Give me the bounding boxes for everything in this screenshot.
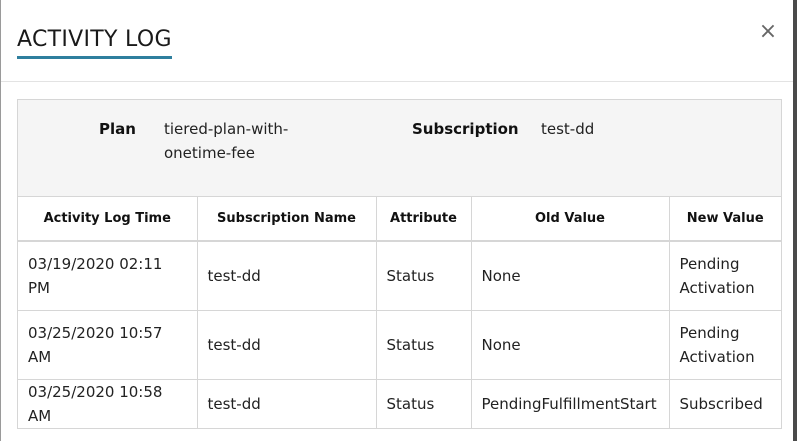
column-header-attribute: Attribute <box>376 197 472 242</box>
table-row: 03/25/2020 10:58 AM test-dd Status Pendi… <box>18 379 781 428</box>
cell-new-value: Pending Activation <box>669 310 781 380</box>
plan-label: Plan <box>99 120 136 138</box>
table-row: 03/19/2020 02:11 PM test-dd Status None … <box>18 241 781 311</box>
plan-value: tiered-plan-with-onetime-fee <box>164 117 314 165</box>
cell-activity-log-time: 03/19/2020 02:11 PM <box>18 241 198 311</box>
activity-log-panel: Plan tiered-plan-with-onetime-fee Subscr… <box>17 99 782 429</box>
plan-value-line2: onetime-fee <box>164 144 255 162</box>
cell-old-value: None <box>471 310 670 380</box>
cell-new-value: Pending Activation <box>669 241 781 311</box>
subscription-summary: Plan tiered-plan-with-onetime-fee Subscr… <box>18 100 781 197</box>
subscription-label: Subscription <box>412 120 519 138</box>
column-header-subscription-name: Subscription Name <box>197 197 377 242</box>
cell-subscription-name: test-dd <box>197 310 377 380</box>
column-header-old-value: Old Value <box>471 197 670 242</box>
column-header-new-value: New Value <box>669 197 781 242</box>
cell-activity-log-time: 03/25/2020 10:58 AM <box>18 379 198 428</box>
modal-header: ACTIVITY LOG × <box>1 0 793 82</box>
column-header-activity-log-time: Activity Log Time <box>18 197 198 242</box>
close-icon[interactable]: × <box>757 20 779 44</box>
cell-attribute: Status <box>376 379 472 428</box>
cell-new-value: Subscribed <box>679 395 763 413</box>
cell-subscription-name: test-dd <box>197 241 377 311</box>
cell-subscription-name: test-dd <box>197 379 377 428</box>
cell-attribute: Status <box>376 241 472 311</box>
table-header-row: Activity Log Time Subscription Name Attr… <box>18 197 781 242</box>
activity-log-modal: ACTIVITY LOG × Plan tiered-plan-with-one… <box>0 0 797 441</box>
cell-activity-log-time: 03/25/2020 10:57 AM <box>18 310 198 380</box>
cell-old-value: PendingFulfillmentStart <box>471 379 670 428</box>
plan-value-line1: tiered-plan-with- <box>164 120 289 138</box>
activity-log-table: Activity Log Time Subscription Name Attr… <box>18 197 781 428</box>
cell-attribute: Status <box>376 310 472 380</box>
modal-title: ACTIVITY LOG <box>17 27 172 59</box>
cell-old-value: None <box>471 241 670 311</box>
table-row: 03/25/2020 10:57 AM test-dd Status None … <box>18 310 781 380</box>
subscription-value: test-dd <box>541 120 595 138</box>
